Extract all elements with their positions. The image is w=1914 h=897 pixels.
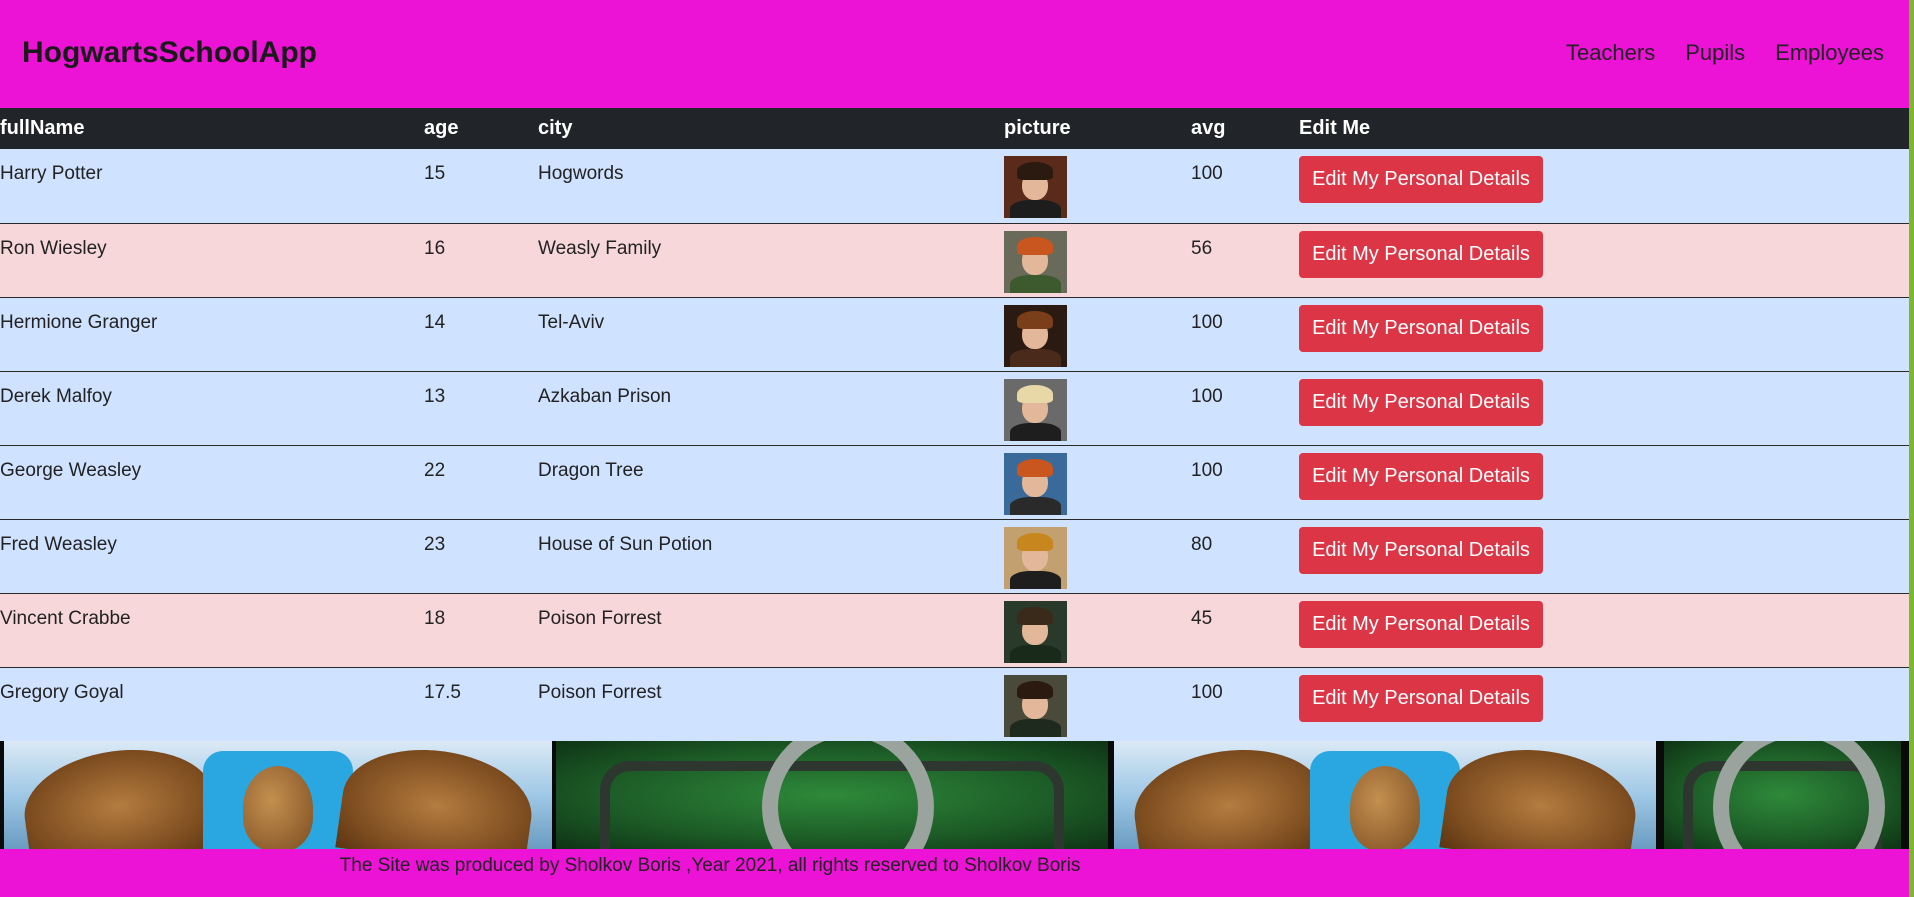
cell-avg: 100 [1191, 385, 1223, 407]
table-row: George Weasley 22 Dragon Tree 100 Edit My Pe… [0, 445, 1909, 519]
cell-picture [1004, 223, 1191, 297]
cell-avg: 45 [1191, 607, 1213, 629]
cell-avg: 56 [1191, 237, 1213, 259]
ravenclaw-crest-image [4, 741, 552, 849]
cell-edit: Edit My Personal Details [1299, 149, 1909, 223]
pupil-portrait-image [1004, 674, 1067, 737]
cell-edit: Edit My Personal Details [1299, 519, 1909, 593]
cell-edit: Edit My Personal Details [1299, 371, 1909, 445]
cell-picture [1004, 297, 1191, 371]
table-row: Derek Malfoy 13 Azkaban Prison 100 Edit My P… [0, 371, 1909, 445]
cell-picture [1004, 519, 1191, 593]
cell-city: Weasly Family [538, 237, 662, 259]
cell-city: Dragon Tree [538, 459, 644, 481]
nav-link-pupils[interactable]: Pupils [1685, 40, 1745, 66]
nav-link-employees[interactable]: Employees [1775, 40, 1884, 66]
table-row: Fred Weasley 23 House of Sun Potion 80 Edit … [0, 519, 1909, 593]
pupil-portrait-image [1004, 230, 1067, 293]
cell-age: 18 [424, 607, 446, 629]
cell-age: 22 [424, 459, 446, 481]
cell-picture [1004, 445, 1191, 519]
cell-picture [1004, 593, 1191, 667]
cell-edit: Edit My Personal Details [1299, 297, 1909, 371]
cell-city: Azkaban Prison [538, 385, 672, 407]
edit-personal-details-button[interactable]: Edit My Personal Details [1299, 452, 1543, 500]
column-header-age: age [424, 117, 459, 139]
table-row: Hermione Granger 14 Tel-Aviv 100 Edit My Per… [0, 297, 1909, 371]
pupil-portrait-image [1004, 378, 1067, 441]
cell-age: 13 [424, 385, 446, 407]
table-row: Gregory Goyal 17.5 Poison Forrest 100 Edit M… [0, 667, 1909, 741]
pupil-portrait-image [1004, 452, 1067, 515]
navbar: HogwartsSchoolApp Teachers Pupils Employ… [0, 0, 1909, 108]
cell-edit: Edit My Personal Details [1299, 445, 1909, 519]
edit-personal-details-button[interactable]: Edit My Personal Details [1299, 156, 1543, 203]
table-body: Harry Potter 15 Hogwords 100 Edit My Persona… [0, 149, 1909, 741]
cell-picture [1004, 149, 1191, 223]
cell-city: Poison Forrest [538, 607, 662, 629]
cell-fullname: Gregory Goyal [0, 681, 124, 703]
cell-city: Tel-Aviv [538, 311, 605, 333]
cell-city: Poison Forrest [538, 681, 662, 703]
cell-picture [1004, 667, 1191, 741]
column-header-avg: avg [1191, 117, 1226, 139]
table-row: Harry Potter 15 Hogwords 100 Edit My Persona… [0, 149, 1909, 223]
cell-fullname: Derek Malfoy [0, 385, 112, 407]
edit-personal-details-button[interactable]: Edit My Personal Details [1299, 674, 1543, 722]
footer-copyright: The Site was produced by Sholkov Boris ,… [339, 855, 1081, 876]
ravenclaw-crest-image [1114, 741, 1656, 849]
cell-fullname: Harry Potter [0, 163, 103, 184]
cell-city: House of Sun Potion [538, 533, 713, 555]
table-row: Vincent Crabbe 18 Poison Forrest 45 Edit My … [0, 593, 1909, 667]
edit-personal-details-button[interactable]: Edit My Personal Details [1299, 526, 1543, 574]
slytherin-crest-image [556, 741, 1108, 849]
cell-avg: 100 [1191, 681, 1223, 703]
cell-edit: Edit My Personal Details [1299, 593, 1909, 667]
edit-personal-details-button[interactable]: Edit My Personal Details [1299, 304, 1543, 352]
cell-edit: Edit My Personal Details [1299, 223, 1909, 297]
cell-avg: 100 [1191, 459, 1223, 481]
edit-personal-details-button[interactable]: Edit My Personal Details [1299, 230, 1543, 278]
cell-age: 16 [424, 237, 446, 259]
cell-age: 17.5 [424, 681, 461, 703]
cell-fullname: George Weasley [0, 459, 142, 481]
nav-link-teachers[interactable]: Teachers [1566, 40, 1655, 66]
nav-links: Teachers Pupils Employees [1566, 40, 1884, 66]
table-header: fullName age city picture avg Edit Me [0, 108, 1909, 149]
slytherin-crest-image [1664, 741, 1901, 849]
cell-avg: 100 [1191, 311, 1223, 333]
column-header-edit: Edit Me [1299, 117, 1371, 139]
cell-fullname: Fred Weasley [0, 533, 117, 555]
footer: The Site was produced by Sholkov Boris ,… [0, 849, 1909, 897]
cell-fullname: Vincent Crabbe [0, 607, 131, 629]
pupil-portrait-image [1004, 600, 1067, 663]
column-header-picture: picture [1004, 117, 1071, 139]
cell-age: 23 [424, 533, 446, 555]
pupil-portrait-image [1004, 156, 1067, 218]
house-crest-banner [0, 741, 1909, 849]
pupil-portrait-image [1004, 526, 1067, 589]
cell-city: Hogwords [538, 163, 624, 184]
column-header-fullname: fullName [0, 117, 85, 139]
cell-avg: 80 [1191, 533, 1213, 555]
cell-edit: Edit My Personal Details [1299, 667, 1909, 741]
cell-age: 15 [424, 163, 446, 184]
cell-fullname: Ron Wiesley [0, 237, 107, 259]
edit-personal-details-button[interactable]: Edit My Personal Details [1299, 600, 1543, 648]
pupil-portrait-image [1004, 304, 1067, 367]
cell-avg: 100 [1191, 163, 1223, 184]
cell-age: 14 [424, 311, 446, 333]
app-brand[interactable]: HogwartsSchoolApp [22, 36, 317, 70]
cell-fullname: Hermione Granger [0, 311, 158, 333]
page-edge-accent [1909, 0, 1914, 897]
table-row: Ron Wiesley 16 Weasly Family 56 Edit My Pers… [0, 223, 1909, 297]
column-header-city: city [538, 117, 573, 139]
edit-personal-details-button[interactable]: Edit My Personal Details [1299, 378, 1543, 426]
cell-picture [1004, 371, 1191, 445]
pupils-table: fullName age city picture avg Edit Me Ha… [0, 108, 1909, 742]
